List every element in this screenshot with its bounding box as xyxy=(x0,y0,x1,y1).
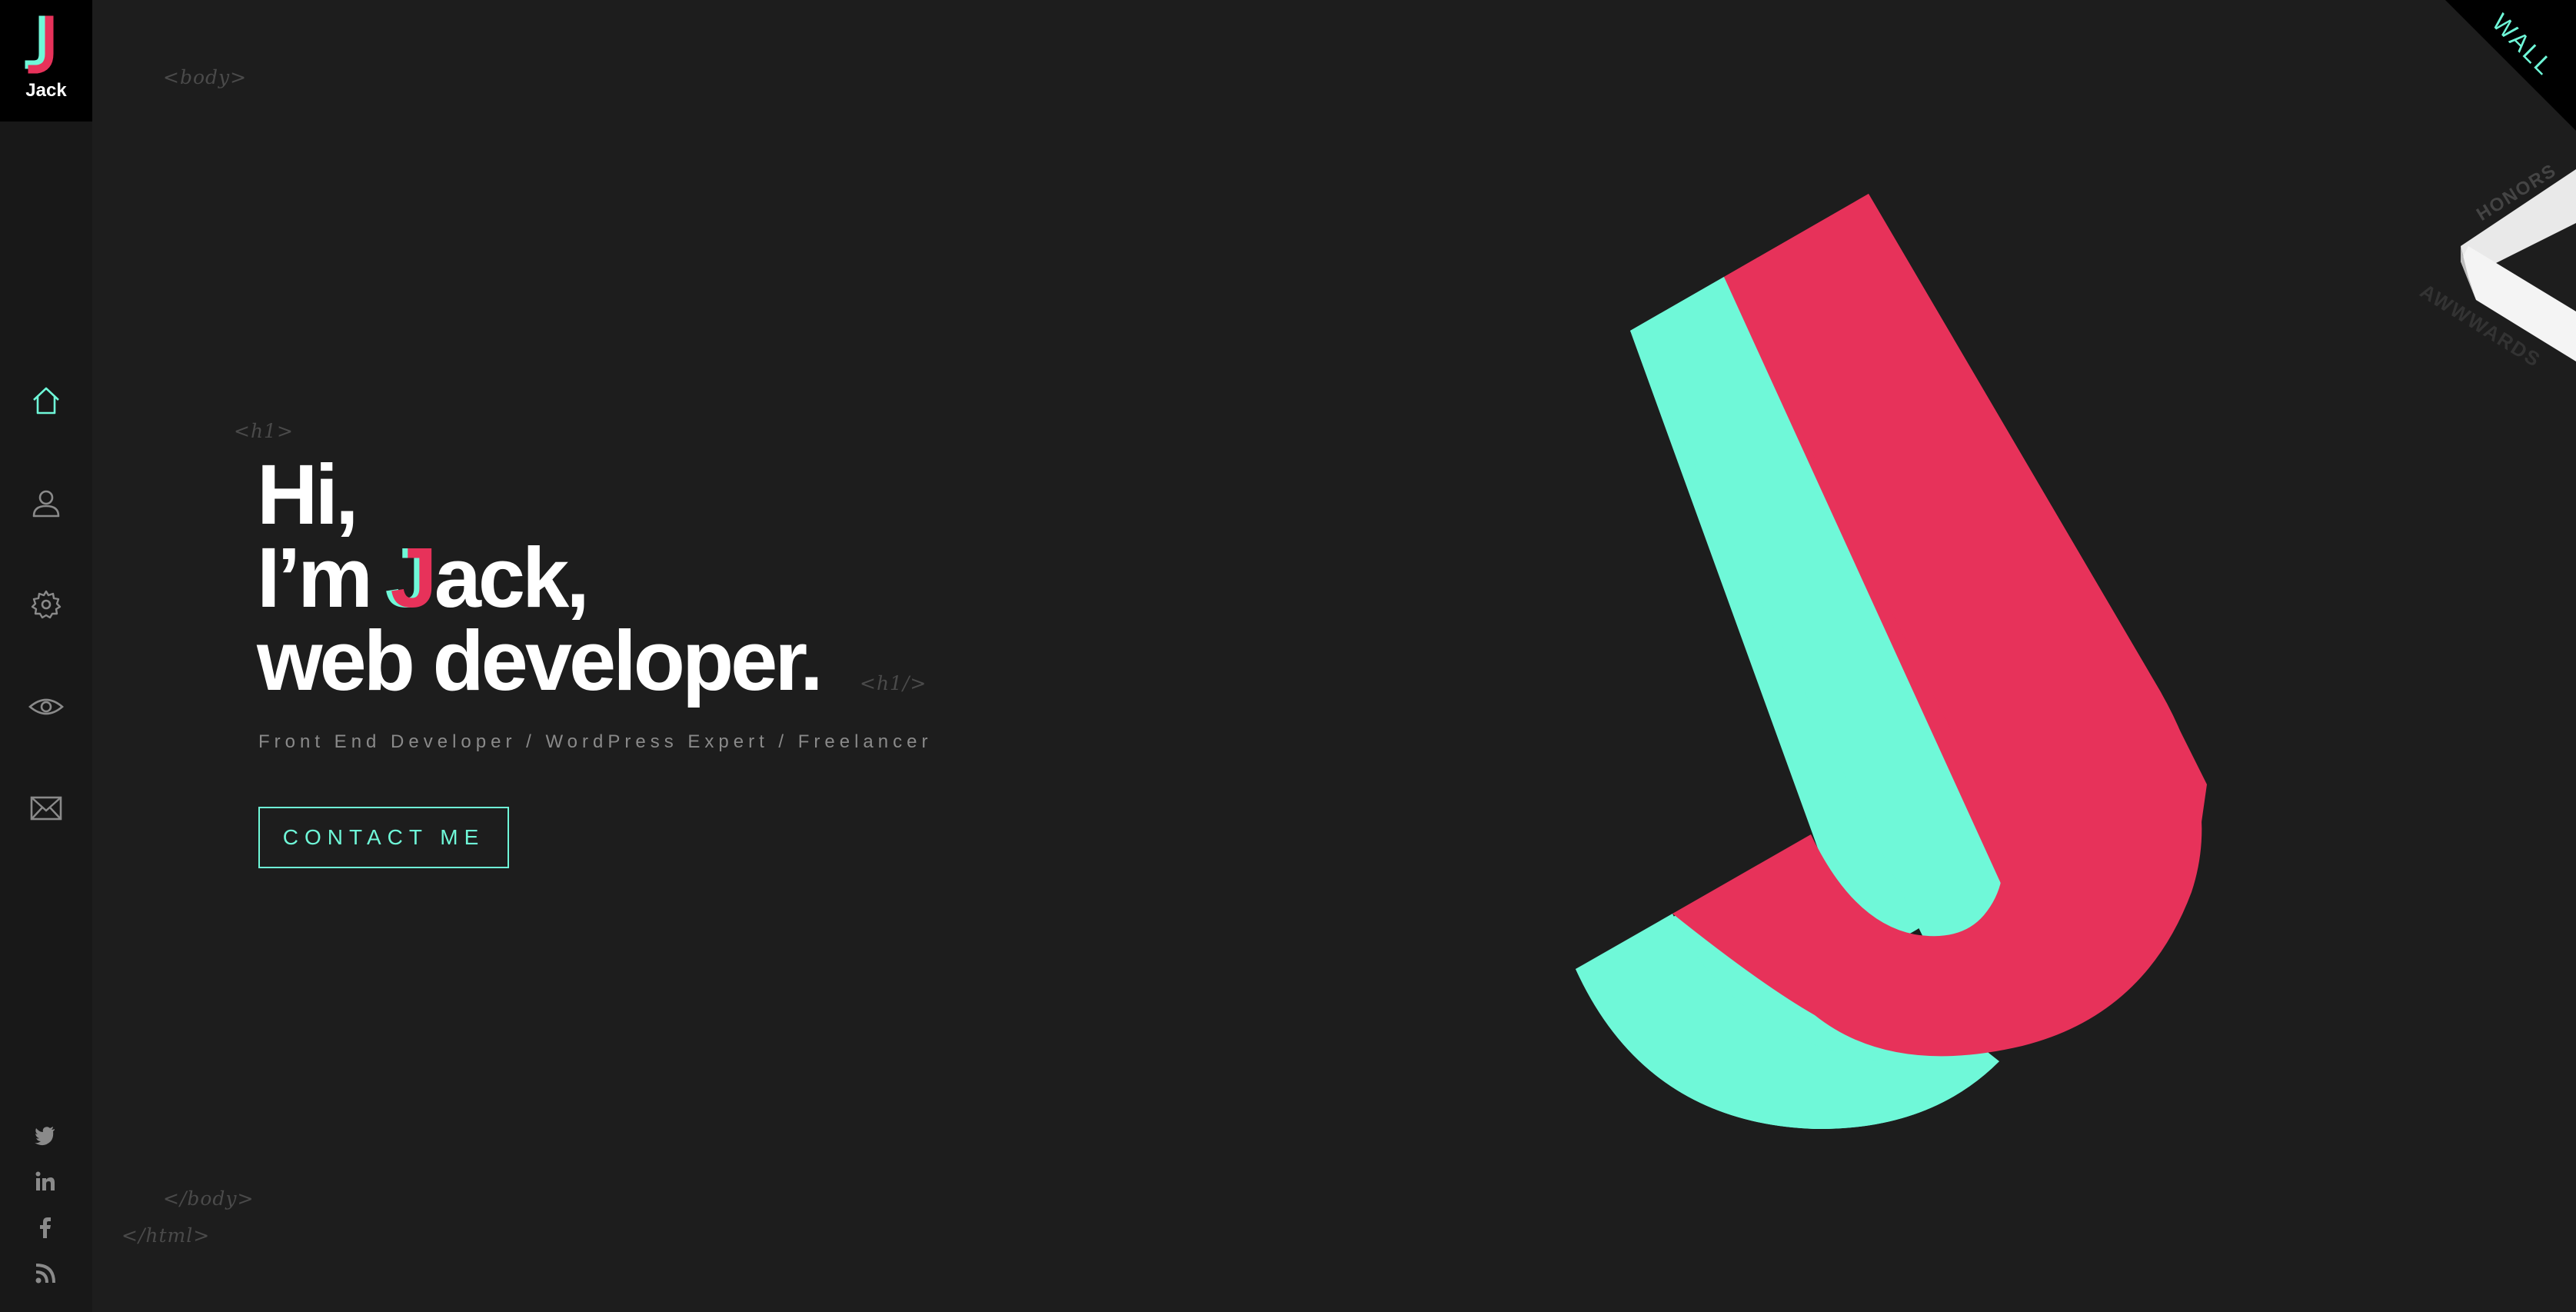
big-j-logo-icon xyxy=(1576,194,2207,1130)
home-icon[interactable] xyxy=(28,382,65,419)
hero-line-2: I’m Jack, xyxy=(257,536,820,621)
hero-heading: Hi, I’m Jack, web developer. xyxy=(257,448,824,708)
hero-line-2-suffix: ack, xyxy=(434,531,590,625)
hero-line-2-prefix: I’m xyxy=(257,531,391,625)
linkedin-icon[interactable] xyxy=(34,1170,57,1193)
body-close-tag: </body> xyxy=(163,1187,255,1210)
html-close-tag: </html> xyxy=(121,1224,211,1247)
body-open-tag: <body> xyxy=(163,66,248,88)
hero-j-letter: J xyxy=(390,531,438,625)
mail-icon[interactable] xyxy=(28,790,65,827)
j-logo-icon xyxy=(25,15,54,74)
gear-icon[interactable] xyxy=(28,586,65,623)
logo-name: Jack xyxy=(25,80,67,101)
sidebar: Jack xyxy=(0,0,92,1312)
user-icon[interactable] xyxy=(28,485,65,521)
corner-banner[interactable]: WALL xyxy=(2445,0,2576,131)
hero-line-1: Hi, xyxy=(257,448,359,542)
eye-icon[interactable] xyxy=(28,688,65,725)
contact-me-button[interactable]: CONTACT ME xyxy=(258,807,509,868)
h1-close-tag: <h1/> xyxy=(860,672,927,694)
rss-icon[interactable] xyxy=(34,1262,57,1285)
twitter-icon[interactable] xyxy=(34,1124,57,1147)
h1-open-tag: <h1> xyxy=(234,420,294,442)
logo[interactable]: Jack xyxy=(0,0,92,122)
hero-line-3: web developer. xyxy=(257,614,824,708)
hero-subtitle: Front End Developer / WordPress Expert /… xyxy=(258,731,933,752)
facebook-icon[interactable] xyxy=(34,1216,57,1239)
